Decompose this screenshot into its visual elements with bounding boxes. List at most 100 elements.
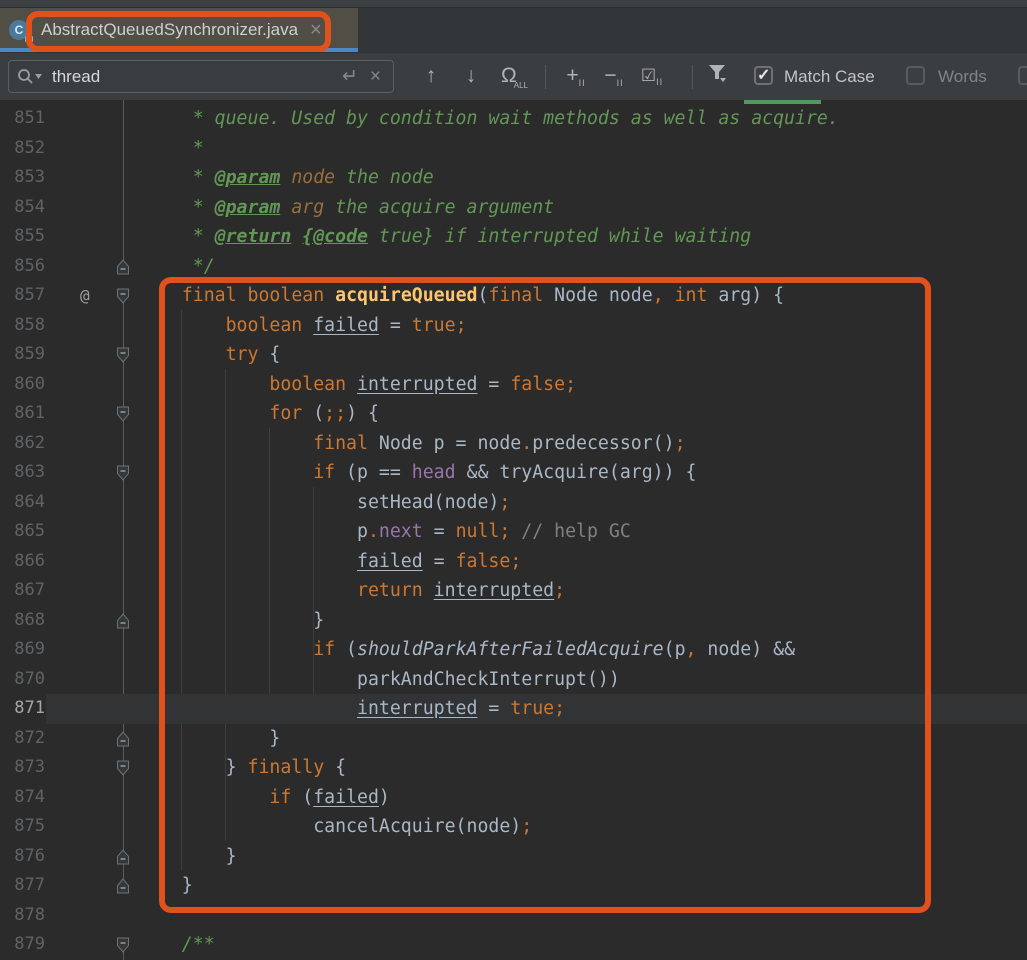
find-all-button[interactable]: ΩALL <box>496 63 536 93</box>
code-text: } <box>138 724 280 754</box>
code-line[interactable]: 865 p.next = null; // help GC <box>0 517 1027 547</box>
code-line[interactable]: 862 final Node p = node.predecessor(); <box>0 429 1027 459</box>
filter-icon[interactable] <box>702 63 732 89</box>
words-checkbox[interactable] <box>906 66 925 85</box>
main-toolbar-strip <box>0 0 1027 8</box>
code-line[interactable]: 879 /** <box>0 930 1027 960</box>
clear-search-icon[interactable]: × <box>370 66 381 88</box>
previous-occurrence-button[interactable]: ↑ <box>416 63 446 89</box>
code-text: boolean failed = true; <box>138 311 467 341</box>
code-line[interactable]: 877 } <box>0 871 1027 901</box>
line-number: 864 <box>0 488 45 518</box>
code-line[interactable]: 855 * @return {@code true} if interrupte… <box>0 222 1027 252</box>
code-line[interactable]: 859 try { <box>0 340 1027 370</box>
code-lines: 851 * queue. Used by condition wait meth… <box>0 104 1027 960</box>
code-text: * @param arg the acquire argument <box>138 193 554 223</box>
code-line[interactable]: 860 boolean interrupted = false; <box>0 370 1027 400</box>
code-line[interactable]: 875 cancelAcquire(node); <box>0 812 1027 842</box>
next-occurrence-button[interactable]: ↓ <box>456 63 486 89</box>
code-line[interactable]: 876 } <box>0 842 1027 872</box>
line-number: 867 <box>0 576 45 606</box>
fold-end-icon[interactable] <box>116 878 130 894</box>
fold-start-icon[interactable] <box>116 760 130 776</box>
fold-end-icon[interactable] <box>116 259 130 275</box>
code-line[interactable]: 863 if (p == head && tryAcquire(arg)) { <box>0 458 1027 488</box>
line-number: 856 <box>0 252 45 282</box>
code-editor[interactable]: 851 * queue. Used by condition wait meth… <box>0 100 1027 960</box>
code-line[interactable]: 871 interrupted = true; <box>0 694 1027 724</box>
java-class-icon: C <box>9 19 31 41</box>
code-line[interactable]: 868 } <box>0 606 1027 636</box>
tab-close-icon[interactable]: × <box>310 20 322 40</box>
code-line[interactable]: 870 parkAndCheckInterrupt()) <box>0 665 1027 695</box>
code-line[interactable]: 878 <box>0 901 1027 931</box>
line-number: 878 <box>0 901 45 931</box>
code-line[interactable]: 856 */ <box>0 252 1027 282</box>
line-number: 875 <box>0 812 45 842</box>
tab-abstractqueuedsynchronizer[interactable]: C AbstractQueuedSynchronizer.java × <box>0 8 358 52</box>
search-icon[interactable] <box>17 68 43 85</box>
new-line-icon[interactable]: ↵ <box>342 65 358 88</box>
fold-start-icon[interactable] <box>116 465 130 481</box>
match-case-checkbox[interactable]: ✓ <box>754 66 773 85</box>
fold-start-icon[interactable] <box>116 406 130 422</box>
line-number: 851 <box>0 104 45 134</box>
search-input[interactable]: thread ↵ × <box>8 60 394 93</box>
code-text: * @return {@code true} if interrupted wh… <box>138 222 751 252</box>
match-case-label[interactable]: Match Case <box>784 67 875 87</box>
fold-start-icon[interactable] <box>116 347 130 363</box>
code-text: setHead(node); <box>138 488 510 518</box>
read-only-lock-icon <box>25 36 33 42</box>
line-number: 871 <box>0 694 45 724</box>
code-line[interactable]: 857@ final boolean acquireQueued(final N… <box>0 281 1027 311</box>
line-number: 853 <box>0 163 45 193</box>
code-line[interactable]: 864 setHead(node); <box>0 488 1027 518</box>
words-label[interactable]: Words <box>938 67 987 87</box>
code-line[interactable]: 872 } <box>0 724 1027 754</box>
code-line[interactable]: 874 if (failed) <box>0 783 1027 813</box>
code-line[interactable]: 858 boolean failed = true; <box>0 311 1027 341</box>
search-history-icon <box>34 73 43 80</box>
line-number: 857 <box>0 281 45 311</box>
code-line[interactable]: 861 for (;;) { <box>0 399 1027 429</box>
code-line[interactable]: 866 failed = false; <box>0 547 1027 577</box>
code-text: if (failed) <box>138 783 390 813</box>
line-number: 861 <box>0 399 45 429</box>
code-line[interactable]: 854 * @param arg the acquire argument <box>0 193 1027 223</box>
code-text: /** <box>138 930 215 960</box>
code-line[interactable]: 867 return interrupted; <box>0 576 1027 606</box>
fold-start-icon[interactable] <box>116 937 130 953</box>
code-text: boolean interrupted = false; <box>138 370 576 400</box>
add-selection-occurrence-button[interactable]: +II <box>558 63 594 92</box>
code-text: p.next = null; // help GC <box>138 517 631 547</box>
line-number: 852 <box>0 134 45 164</box>
code-line[interactable]: 853 * @param node the node <box>0 163 1027 193</box>
code-text: parkAndCheckInterrupt()) <box>138 665 620 695</box>
code-line[interactable]: 869 if (shouldParkAfterFailedAcquire(p, … <box>0 635 1027 665</box>
line-number: 862 <box>0 429 45 459</box>
line-number: 865 <box>0 517 45 547</box>
remove-selection-occurrence-button[interactable]: −II <box>596 63 632 92</box>
code-text: try { <box>138 340 280 370</box>
code-text: } <box>138 842 237 872</box>
search-query-text[interactable]: thread <box>52 67 342 87</box>
code-text: cancelAcquire(node); <box>138 812 532 842</box>
fold-end-icon[interactable] <box>116 613 130 629</box>
code-line[interactable]: 851 * queue. Used by condition wait meth… <box>0 104 1027 134</box>
line-number: 874 <box>0 783 45 813</box>
line-number: 873 <box>0 753 45 783</box>
regex-checkbox-partial[interactable] <box>1018 66 1027 85</box>
code-line[interactable]: 873 } finally { <box>0 753 1027 783</box>
line-number: 855 <box>0 222 45 252</box>
fold-end-icon[interactable] <box>116 849 130 865</box>
fold-end-icon[interactable] <box>116 731 130 747</box>
code-line[interactable]: 852 * <box>0 134 1027 164</box>
select-all-occurrences-button[interactable]: ☑II <box>634 63 670 91</box>
code-text: */ <box>138 252 215 282</box>
line-number: 859 <box>0 340 45 370</box>
fold-start-icon[interactable] <box>116 288 130 304</box>
code-text: } <box>138 606 324 636</box>
find-toolbar: thread ↵ × ↑ ↓ ΩALL +II −II ☑II ✓ Match … <box>0 52 1027 100</box>
line-number: 876 <box>0 842 45 872</box>
external-annotation-icon[interactable]: @ <box>80 281 90 311</box>
